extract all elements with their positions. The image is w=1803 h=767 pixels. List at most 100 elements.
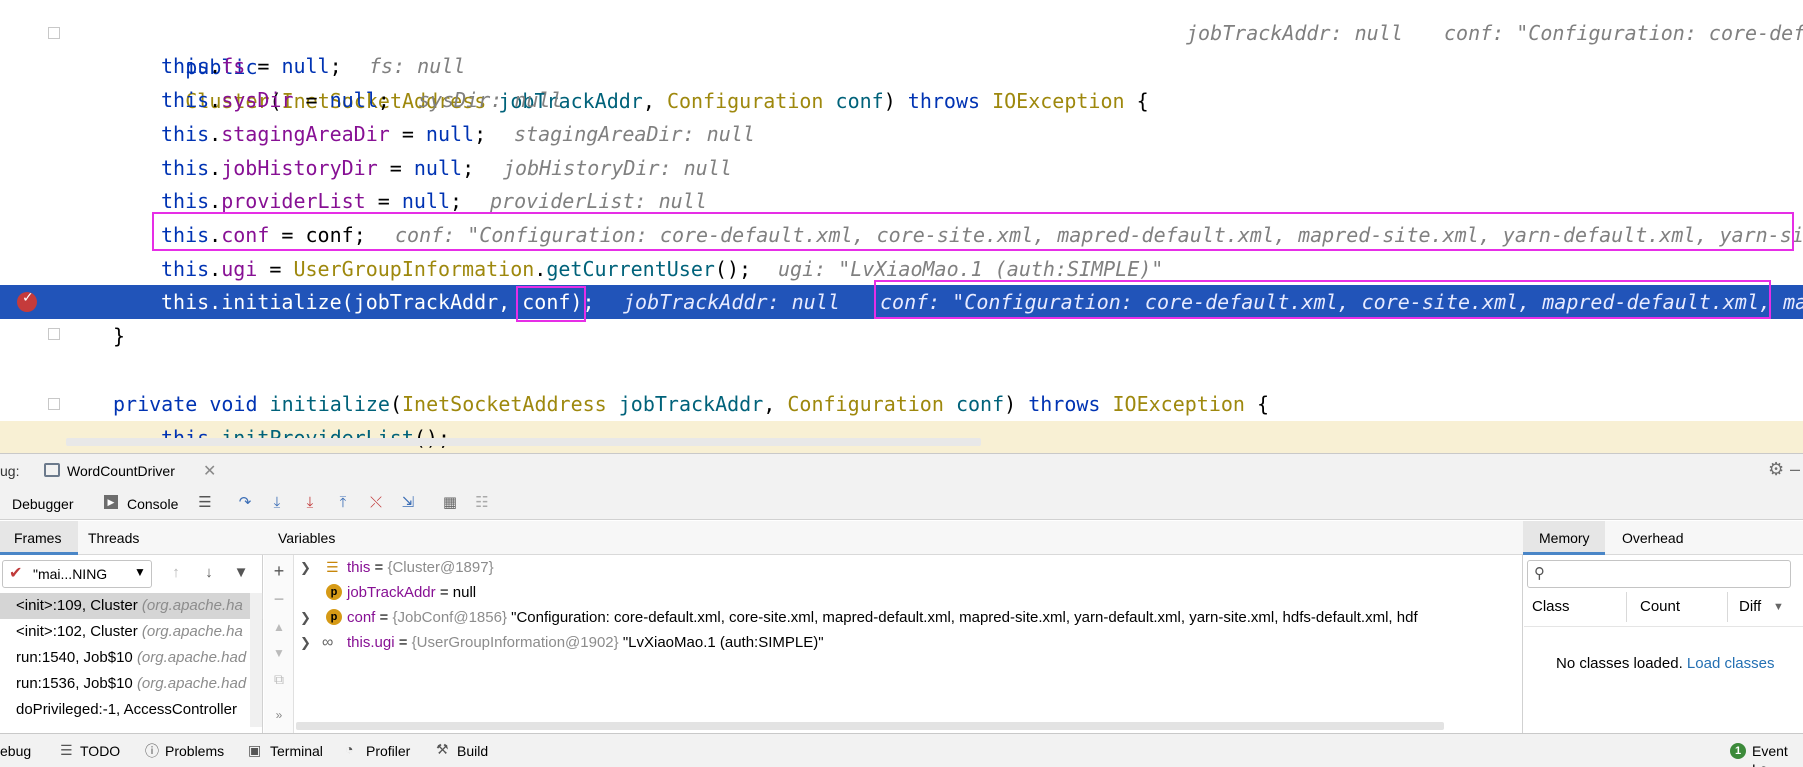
tool-terminal[interactable]: Terminal	[270, 742, 323, 760]
run-to-cursor-icon[interactable]: ⇲	[398, 493, 418, 513]
tool-build[interactable]: Build	[457, 742, 488, 760]
code-editor[interactable]: public Cluster(InetSocketAddress jobTrac…	[0, 0, 1803, 453]
move-up-icon[interactable]: ▲	[269, 617, 289, 637]
code-line-8[interactable]: this.ugi = UserGroupInformation.getCurre…	[0, 252, 1803, 286]
token: }	[113, 324, 126, 348]
token: =	[257, 257, 294, 281]
tab-threads[interactable]: Threads	[88, 529, 139, 547]
tab-console[interactable]: Console	[127, 495, 178, 513]
breakpoint-icon[interactable]	[17, 289, 37, 312]
tool-todo[interactable]: TODO	[80, 742, 120, 760]
variable-name: this	[347, 559, 371, 576]
token: .	[209, 88, 222, 112]
copy-icon[interactable]: ⧉	[269, 669, 289, 689]
tab-frames[interactable]: Frames	[14, 529, 61, 547]
code-line-6[interactable]: this.providerList = null; providerList: …	[0, 184, 1803, 218]
variable-row[interactable]: ❯ ☰ this = {Cluster@1897}	[296, 555, 1554, 580]
execution-line[interactable]: this.initialize(jobTrackAddr, conf); job…	[0, 285, 1803, 319]
horizontal-scrollbar[interactable]	[66, 438, 981, 446]
token: private	[113, 392, 198, 416]
frame-method: run:1536, Job$10	[16, 675, 137, 692]
chevron-right-icon[interactable]: ❯	[300, 605, 311, 630]
gear-icon[interactable]: ⚙	[1768, 459, 1784, 480]
column-divider	[1626, 592, 1627, 622]
frame-item[interactable]: run:1540, Job$10 (org.apache.had	[16, 648, 246, 668]
frame-item[interactable]: run:1536, Job$10 (org.apache.had	[16, 674, 246, 694]
inline-hint: jobHistoryDir: null	[503, 156, 732, 180]
arrow-down-icon[interactable]: ↓	[199, 563, 219, 583]
filter-icon[interactable]: ▼	[231, 563, 251, 583]
chevron-right-icon[interactable]: ❯	[300, 555, 311, 580]
tool-profiler[interactable]: Profiler	[366, 742, 410, 760]
token: ;	[474, 122, 487, 146]
thread-select[interactable]: ✔ "mai...NING ▼	[2, 560, 152, 588]
add-watch-icon[interactable]: +	[269, 561, 289, 581]
code-line-4[interactable]: this.stagingAreaDir = null; stagingAreaD…	[0, 117, 1803, 151]
frame-item[interactable]: <init>:102, Cluster (org.apache.ha	[16, 622, 243, 642]
frame-item[interactable]: doPrivileged:-1, AccessController	[16, 700, 237, 720]
fold-icon[interactable]	[48, 398, 60, 410]
variable-row[interactable]: p jobTrackAddr = null	[296, 580, 1554, 605]
code-line-10[interactable]: }	[0, 319, 1803, 353]
drop-frame-icon[interactable]: ⤬	[366, 493, 386, 513]
horizontal-scrollbar[interactable]	[296, 722, 1444, 730]
close-icon[interactable]: ✕	[203, 461, 216, 481]
arrow-up-icon[interactable]: ↑	[166, 563, 186, 583]
code-line-1[interactable]: public Cluster(InetSocketAddress jobTrac…	[0, 16, 1803, 113]
debug-toolbar: Debugger ▶ Console ☰ ↷ ⤓ ⤓ ⤒ ⤬ ⇲ ▦ ☷	[0, 487, 1803, 520]
variable-eq: =	[370, 559, 388, 576]
fold-icon[interactable]	[48, 27, 60, 39]
code-line-13[interactable]: this.initProviderList();	[0, 421, 1803, 453]
token: this	[161, 88, 210, 112]
menu-icon[interactable]: ☰	[195, 493, 215, 513]
tool-event-log[interactable]: Event Lo	[1752, 742, 1803, 767]
tool-window-bar: ebug ☰ TODO ⓘ Problems ▣ Terminal ◔ Prof…	[0, 733, 1803, 767]
column-diff[interactable]: Diff	[1739, 598, 1761, 615]
vertical-scrollbar[interactable]	[250, 593, 262, 727]
code-line-12[interactable]: private void initialize(InetSocketAddres…	[0, 387, 1803, 421]
tab-debugger[interactable]: Debugger	[12, 495, 74, 513]
debug-titlebar: ug: WordCountDriver ✕ ⚙ –	[0, 453, 1803, 487]
token: =	[293, 88, 330, 112]
code-line-5[interactable]: this.jobHistoryDir = null; jobHistoryDir…	[0, 151, 1803, 185]
load-classes-link[interactable]: Load classes	[1687, 655, 1775, 672]
tool-debug[interactable]: ebug	[0, 742, 31, 760]
tab-memory[interactable]: Memory	[1539, 529, 1590, 547]
column-count[interactable]: Count	[1640, 598, 1680, 615]
token: .	[209, 257, 222, 281]
token: void	[197, 392, 270, 416]
code-line-7[interactable]: this.conf = conf; conf: "Configuration: …	[0, 218, 1803, 252]
step-out-icon[interactable]: ⤒	[333, 493, 353, 513]
run-tab-label[interactable]: WordCountDriver	[67, 462, 175, 480]
token: =	[365, 189, 402, 213]
frame-item: <init>:109, Cluster (org.apache.ha	[16, 596, 243, 616]
move-down-icon[interactable]: ▼	[269, 643, 289, 663]
step-into-icon[interactable]: ⤓	[267, 493, 287, 513]
column-divider	[1727, 592, 1728, 622]
chevron-right-icon[interactable]: ❯	[300, 630, 311, 655]
remove-watch-icon[interactable]: −	[269, 589, 289, 609]
force-step-into-icon[interactable]: ⤓	[300, 493, 320, 513]
terminal-icon: ▣	[248, 742, 262, 758]
tool-problems[interactable]: Problems	[165, 742, 224, 760]
trace-icon[interactable]: ☷	[472, 493, 492, 513]
variable-eq: =	[435, 584, 453, 601]
variable-row[interactable]: ❯ ∞ this.ugi = {UserGroupInformation@190…	[296, 630, 1554, 655]
minimize-icon[interactable]: –	[1790, 459, 1800, 480]
step-over-icon[interactable]: ↷	[235, 493, 255, 513]
more-icon[interactable]: »	[269, 705, 289, 725]
tab-overhead[interactable]: Overhead	[1622, 529, 1683, 547]
chevron-down-icon[interactable]: ▼	[1773, 601, 1784, 613]
inline-hint: providerList: null	[490, 189, 707, 213]
token: .	[209, 54, 222, 78]
token: jobTrackAddr	[606, 392, 764, 416]
code-line-2[interactable]: this.fs = null; fs: null	[0, 49, 1803, 83]
code-line-3[interactable]: this.sysDir = null; sysDir: null	[0, 83, 1803, 117]
column-class[interactable]: Class	[1532, 598, 1570, 615]
watch-icon: ∞	[322, 634, 334, 651]
class-search-input[interactable]: ⚲	[1527, 560, 1791, 588]
variable-row[interactable]: ❯ p conf = {JobConf@1856} "Configuration…	[296, 605, 1554, 630]
evaluate-icon[interactable]: ▦	[440, 493, 460, 513]
variables-header: Variables	[278, 530, 336, 546]
